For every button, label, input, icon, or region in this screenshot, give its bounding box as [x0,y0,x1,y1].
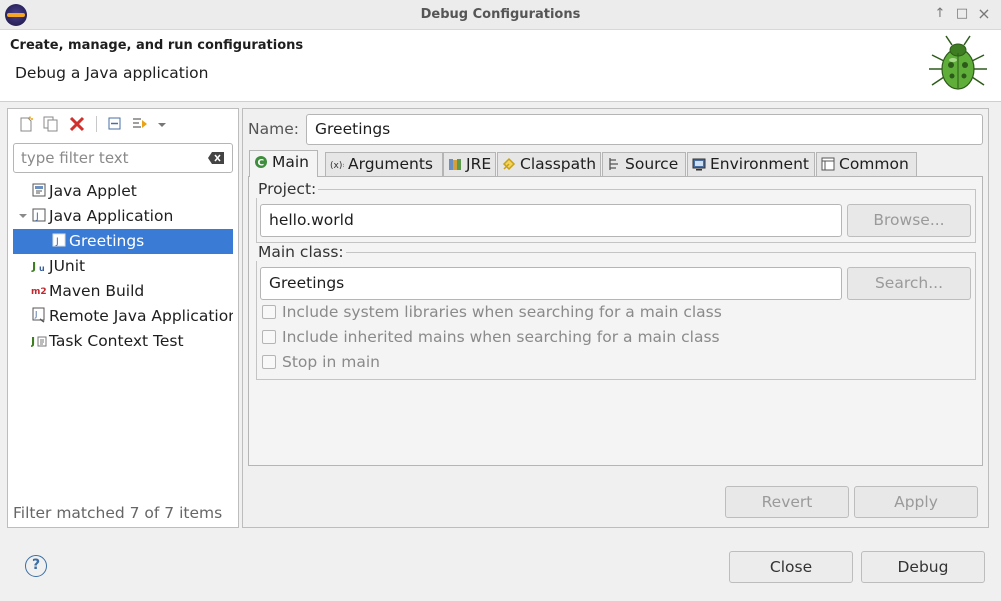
remote-java-icon: J [32,307,45,323]
tab-common[interactable]: Common [816,152,917,176]
tree-item-label: Java Application [49,207,174,225]
tab-classpath[interactable]: Classpath [497,152,601,176]
tree-item-greetings[interactable]: J Greetings [13,229,233,254]
tree-item-remote-java-application[interactable]: J Remote Java Application [31,304,233,329]
tab-label: Arguments [348,155,433,173]
project-input[interactable]: hello.world [260,204,842,237]
tree-item-label: Task Context Test [49,332,184,350]
restore-icon[interactable]: □ [954,6,970,22]
stop-in-main-checkbox[interactable]: Stop in main [262,353,380,375]
tree-item-java-application[interactable]: J Java Application [31,204,231,229]
tree-item-maven-build[interactable]: m2 Maven Build [31,279,231,304]
name-label: Name: [248,120,299,138]
debug-bug-icon [929,35,987,90]
apply-button[interactable]: Apply [854,486,978,518]
arguments-tab-icon: (x)= [330,161,344,171]
debug-button[interactable]: Debug [861,551,985,583]
java-application-icon: J [32,208,46,222]
tree-item-task-context-test[interactable]: J Task Context Test [31,329,231,354]
tab-source[interactable]: Source [602,152,686,176]
banner-title: Create, manage, and run configurations [10,38,304,53]
java-applet-icon [32,183,46,197]
svg-text:J: J [34,310,37,319]
close-button[interactable]: Close [729,551,853,583]
browse-button[interactable]: Browse... [847,204,971,237]
java-config-icon: J [52,233,66,247]
tab-label: Environment [710,155,809,173]
help-icon[interactable]: ? [25,555,47,577]
svg-text:u: u [39,264,45,273]
checkbox-label: Stop in main [282,353,380,371]
main-class-input[interactable]: Greetings [260,267,842,300]
checkbox-label: Include inherited mains when searching f… [282,328,720,346]
banner-subtitle: Debug a Java application [15,64,209,82]
tab-label: Source [625,155,679,173]
tree-item-label: Greetings [69,232,145,250]
checkbox-box[interactable] [262,305,276,319]
collapse-all-icon[interactable] [106,116,124,132]
tab-label: Common [839,155,909,173]
tab-environment[interactable]: Environment [687,152,815,176]
tree-item-label: JUnit [49,257,86,275]
filter-input[interactable] [21,149,201,167]
checkbox-label: Include system libraries when searching … [282,303,722,321]
environment-tab-icon [692,158,706,171]
include-inherited-mains-checkbox[interactable]: Include inherited mains when searching f… [262,328,720,350]
include-system-libraries-checkbox[interactable]: Include system libraries when searching … [262,303,722,325]
svg-text:J: J [55,237,59,247]
tree-item-label: Remote Java Application [49,307,233,325]
filter-status: Filter matched 7 of 7 items [13,504,223,522]
search-button[interactable]: Search... [847,267,971,300]
svg-text:J: J [35,212,39,222]
toolbar-separator [96,116,97,132]
tab-arguments[interactable]: (x)= Arguments [325,152,443,176]
tab-label: JRE [466,155,492,173]
tab-jre[interactable]: JRE [443,152,496,176]
tab-label: Main [272,153,310,171]
name-input[interactable]: Greetings [306,114,983,145]
svg-text:m2: m2 [31,287,47,297]
expand-chevron-down-icon[interactable] [18,211,28,221]
filter-configurations-icon[interactable] [131,116,149,132]
delete-icon[interactable] [68,116,86,132]
clear-filter-icon[interactable] [208,152,224,164]
tree-item-label: Java Applet [49,182,137,200]
maximize-arrow-icon[interactable]: ↑ [932,6,948,22]
jre-tab-icon [449,159,461,170]
main-class-label: Main class: [256,243,346,261]
revert-button[interactable]: Revert [725,486,849,518]
project-label: Project: [256,180,319,198]
duplicate-icon[interactable] [42,116,60,132]
view-menu-chevron-down-icon[interactable] [155,116,169,132]
source-tab-icon [609,158,618,170]
window-title: Debug Configurations [420,7,581,22]
checkbox-box[interactable] [262,330,276,344]
checkbox-box[interactable] [262,355,276,369]
svg-text:J: J [31,260,36,273]
maven-icon: m2 [31,287,47,297]
tab-main[interactable]: C Main [249,150,318,177]
new-configuration-icon[interactable] [17,116,35,132]
svg-text:J: J [31,335,35,348]
svg-text:C: C [258,159,265,169]
tree-item-java-applet[interactable]: Java Applet [31,179,231,204]
tab-label: Classpath [520,155,597,173]
task-context-icon: J [31,335,47,348]
svg-text:(x)=: (x)= [330,161,344,171]
close-window-icon[interactable]: × [976,6,992,22]
common-tab-icon [821,157,835,171]
junit-icon: Ju [31,260,45,273]
tree-item-label: Maven Build [49,282,145,300]
main-tab-icon: C [255,156,267,169]
tree-item-junit[interactable]: Ju JUnit [31,254,231,279]
filter-field[interactable] [13,143,233,173]
classpath-tab-icon [502,157,516,171]
